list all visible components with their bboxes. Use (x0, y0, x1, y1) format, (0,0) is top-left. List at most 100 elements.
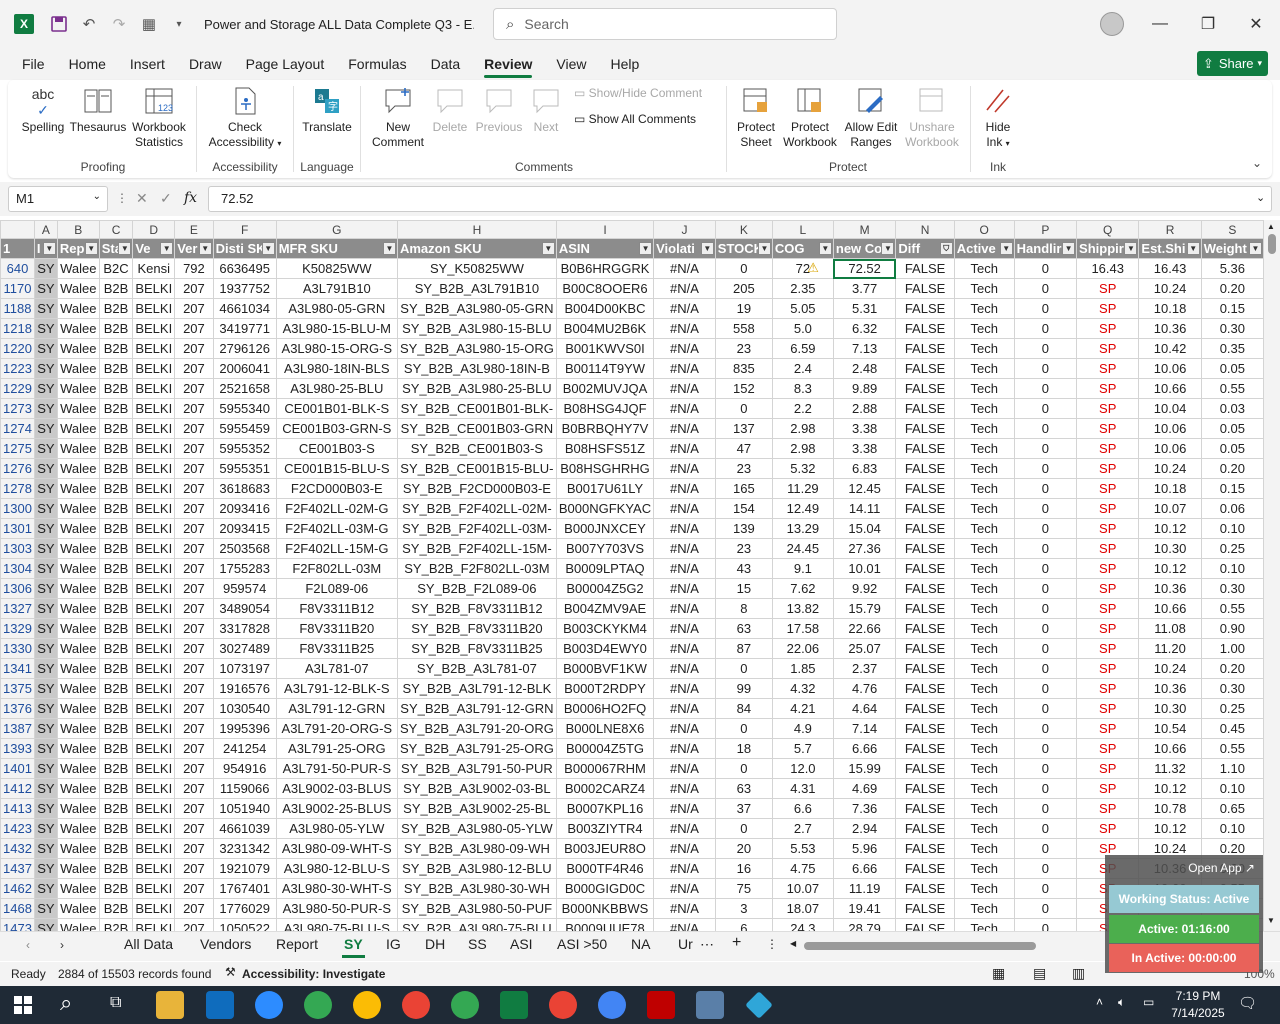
cell[interactable]: B2B (98, 878, 134, 899)
calculator-app-icon[interactable] (696, 991, 724, 1019)
cell[interactable]: 9.92 (832, 578, 897, 599)
header-cell[interactable]: MFR SKU ▼ (275, 238, 398, 259)
cell[interactable]: 1921079 (212, 858, 277, 879)
column-header[interactable]: S (1200, 220, 1264, 239)
cell[interactable]: Walee (56, 778, 100, 799)
column-header[interactable]: K (714, 220, 773, 239)
cell[interactable]: B00114T9YW (555, 358, 655, 379)
column-header[interactable]: F (212, 220, 277, 239)
cell[interactable]: 7.62 (771, 578, 834, 599)
cell[interactable]: 6.32 (832, 318, 897, 339)
cell[interactable]: SP (1076, 418, 1140, 439)
cell[interactable]: 18.07 (771, 898, 834, 919)
cell[interactable]: F8V3311B20 (275, 618, 398, 639)
cell[interactable]: 0 (1013, 518, 1078, 539)
chrome-profile-3-icon[interactable] (402, 991, 430, 1019)
cell[interactable]: 1030540 (212, 698, 277, 719)
save-icon[interactable] (48, 13, 70, 35)
warning-icon[interactable]: ⚠ (807, 260, 819, 276)
cell[interactable]: A3L980-15-ORG-S (275, 338, 398, 359)
row-number[interactable]: 1188 (0, 298, 35, 319)
cell[interactable]: BELKI (132, 318, 176, 339)
cell[interactable]: 6636495 (212, 258, 277, 279)
tab-ur[interactable]: Ur (678, 936, 693, 952)
volume-icon[interactable]: 🔈︎ (1118, 995, 1125, 1010)
tab-ss[interactable]: SS (468, 936, 487, 952)
cell[interactable]: 0 (1013, 698, 1078, 719)
row-number[interactable]: 1303 (0, 538, 35, 559)
cell[interactable]: 3231342 (212, 838, 277, 859)
header-cell[interactable]: Rep ▼ (56, 238, 100, 259)
cell[interactable]: 9.89 (832, 378, 897, 399)
cell[interactable]: 16.43 (1138, 258, 1202, 279)
cell[interactable]: 9.1 (771, 558, 834, 579)
cell[interactable]: B00C8OOER6 (555, 278, 655, 299)
row-number[interactable]: 1432 (0, 838, 35, 859)
cell[interactable]: 139 (714, 518, 773, 539)
cell[interactable]: FALSE (895, 538, 955, 559)
cell[interactable]: Tech (953, 298, 1015, 319)
filter-dropdown-icon[interactable]: ▼ (1249, 242, 1262, 255)
column-header[interactable]: J (653, 220, 716, 239)
cell[interactable]: 1767401 (212, 878, 277, 899)
column-header[interactable]: P (1013, 220, 1078, 239)
cell[interactable]: Tech (953, 418, 1015, 439)
cell[interactable]: Tech (953, 438, 1015, 459)
cell[interactable]: SP (1076, 438, 1140, 459)
cell[interactable]: 25.07 (832, 638, 897, 659)
cell[interactable]: SP (1076, 458, 1140, 479)
cell[interactable]: A3L791-25-ORG (275, 738, 398, 759)
cell[interactable]: #N/A (653, 758, 716, 779)
cell[interactable]: 0 (1013, 358, 1078, 379)
cell[interactable]: 207 (174, 578, 214, 599)
chrome-profile-6-icon[interactable] (598, 991, 626, 1019)
cell[interactable]: BELKI (132, 758, 176, 779)
filter-active-icon[interactable]: ⛉ (939, 242, 953, 255)
accessibility-status[interactable]: Accessibility: Investigate (242, 967, 385, 981)
cell[interactable]: 0.06 (1200, 498, 1264, 519)
horizontal-scroll-thumb[interactable] (804, 942, 1036, 950)
cell[interactable]: 14.11 (832, 498, 897, 519)
cell[interactable]: Tech (953, 758, 1015, 779)
chrome-icon[interactable] (304, 991, 332, 1019)
cell[interactable]: B003D4EWY0 (555, 638, 655, 659)
cell[interactable]: 0 (1013, 738, 1078, 759)
cell[interactable]: 3618683 (212, 478, 277, 499)
cell[interactable]: 0.55 (1200, 598, 1264, 619)
cell[interactable]: 22.66 (832, 618, 897, 639)
cell[interactable]: Tech (953, 318, 1015, 339)
cell[interactable]: B001KWVS0I (555, 338, 655, 359)
cell[interactable]: 954916 (212, 758, 277, 779)
cell[interactable]: 207 (174, 358, 214, 379)
cell[interactable]: 99 (714, 678, 773, 699)
cell[interactable]: Kensi (132, 258, 176, 279)
cell[interactable]: B0BRBQHY7V (555, 418, 655, 439)
cell[interactable]: Walee (56, 918, 100, 931)
cell[interactable]: 10.07 (771, 878, 834, 899)
filter-dropdown-icon[interactable]: ▼ (198, 242, 212, 255)
menu-view[interactable]: View (544, 48, 598, 80)
cell[interactable]: B003CKYKM4 (555, 618, 655, 639)
cell[interactable]: Walee (56, 798, 100, 819)
cell[interactable]: SY_B2B_F8V3311B20 (396, 618, 557, 639)
cell[interactable]: SY_B2B_F2F402LL-15M- (396, 538, 557, 559)
cell[interactable]: SY (33, 538, 58, 559)
cell[interactable]: 10.54 (1138, 718, 1202, 739)
cell[interactable]: #N/A (653, 578, 716, 599)
cell[interactable]: 1755283 (212, 558, 277, 579)
cell[interactable]: 15 (714, 578, 773, 599)
cell[interactable]: B2B (98, 418, 134, 439)
cell[interactable]: 2006041 (212, 358, 277, 379)
cell[interactable]: Tech (953, 638, 1015, 659)
cell[interactable]: 0 (714, 758, 773, 779)
cell[interactable]: Tech (953, 538, 1015, 559)
cell[interactable]: B00004Z5TG (555, 738, 655, 759)
row-number[interactable]: 1468 (0, 898, 35, 919)
worksheet-grid[interactable]: A B C D E F G H I J K L M N O P Q R S 1 I ▼ Rep ▼ Sta ▼ Ve ▼ Ver ▼ Dis… (0, 220, 1264, 931)
cell[interactable]: SY_B2B_A3L791-12-BLK (396, 678, 557, 699)
cell[interactable]: 72 ⚠ (771, 258, 834, 279)
cell[interactable]: 4.9 (771, 718, 834, 739)
cell[interactable]: BELKI (132, 458, 176, 479)
cell[interactable]: SP (1076, 298, 1140, 319)
cell[interactable]: A3L980-15-BLU-M (275, 318, 398, 339)
